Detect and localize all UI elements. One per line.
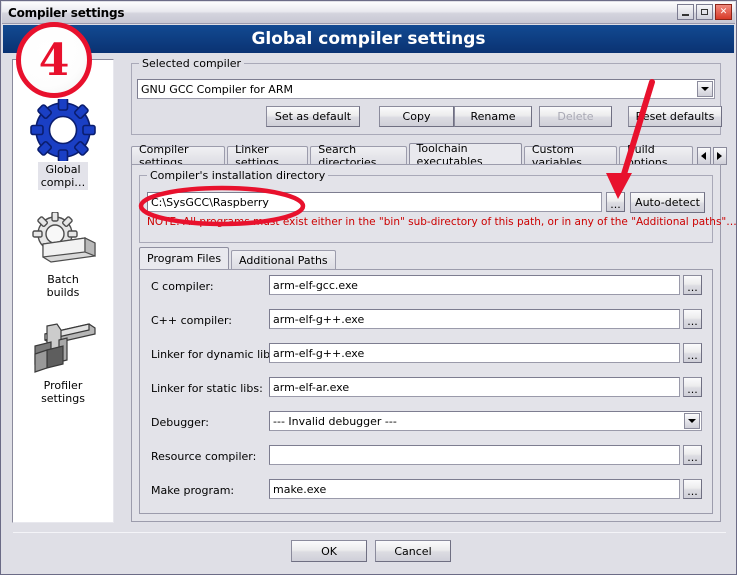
auto-detect-button[interactable]: Auto-detect [630, 192, 705, 213]
tab-toolchain-executables[interactable]: Toolchain executables [408, 142, 522, 168]
install-dir-input[interactable]: C:\SysGCC\Raspberry [147, 192, 602, 212]
ellipsis-icon: ... [687, 383, 698, 396]
install-dir-note: NOTE: All programs must exist either in … [147, 216, 737, 228]
dynamic-linker-browse-button[interactable]: ... [683, 343, 702, 363]
sidebar-item-batch-builds[interactable]: Batch builds [13, 208, 113, 300]
ellipsis-icon: ... [687, 281, 698, 294]
minimize-button[interactable] [677, 4, 694, 20]
ok-label: OK [321, 544, 337, 558]
dynamic-linker-input[interactable]: arm-elf-g++.exe [269, 343, 680, 363]
install-dir-group-title: Compiler's installation directory [147, 169, 329, 182]
sidebar-item-profiler-settings[interactable]: Profiler settings [13, 314, 113, 406]
auto-detect-label: Auto-detect [635, 196, 700, 209]
install-dir-browse-button[interactable]: ... [606, 192, 625, 212]
tab-scroll-right-button[interactable] [712, 147, 727, 165]
reset-defaults-label: Reset defaults [635, 110, 715, 123]
minimize-icon [682, 13, 689, 16]
static-linker-input[interactable]: arm-elf-ar.exe [269, 377, 680, 397]
c-compiler-browse-button[interactable]: ... [683, 275, 702, 295]
static-linker-value: arm-elf-ar.exe [273, 381, 350, 394]
chevron-down-icon[interactable] [684, 413, 700, 429]
page-title: Global compiler settings [3, 25, 734, 53]
c-compiler-value: arm-elf-gcc.exe [273, 279, 358, 292]
cancel-label: Cancel [394, 544, 432, 558]
make-program-input[interactable]: make.exe [269, 479, 680, 499]
maximize-icon [701, 9, 708, 15]
chevron-left-icon [701, 152, 707, 160]
ellipsis-icon: ... [687, 315, 698, 328]
ellipsis-icon: ... [687, 485, 698, 498]
cpp-compiler-input[interactable]: arm-elf-g++.exe [269, 309, 680, 329]
rename-button[interactable]: Rename [454, 106, 532, 127]
tab-custom-variables[interactable]: Custom variables [523, 143, 618, 169]
tab-scroll-left-button[interactable] [696, 147, 711, 165]
window-controls: ✕ [677, 4, 732, 20]
ellipsis-icon: ... [687, 451, 698, 464]
title-bar: Compiler settings ✕ [2, 2, 735, 24]
close-icon: ✕ [719, 6, 728, 17]
cpp-compiler-label: C++ compiler: [151, 314, 233, 327]
chevron-down-icon[interactable] [697, 81, 713, 97]
footer-separator [13, 532, 726, 533]
make-program-label: Make program: [151, 484, 235, 497]
settings-category-list[interactable]: Global compi… Batch builds Profiler sett… [12, 59, 114, 523]
chevron-right-icon [717, 152, 723, 160]
tab-linker-settings[interactable]: Linker settings [227, 143, 309, 169]
annotation-step-badge: 4 [16, 22, 92, 98]
sidebar-item-global-compiler[interactable]: Global compi… [13, 98, 113, 190]
sidebar-item-label: Profiler settings [41, 379, 85, 405]
close-button[interactable]: ✕ [715, 4, 732, 20]
tab-program-files[interactable]: Program Files [139, 247, 230, 269]
compiler-select[interactable]: GNU GCC Compiler for ARM [137, 79, 715, 99]
ellipsis-icon: ... [610, 198, 621, 211]
copy-label: Copy [402, 110, 431, 123]
c-compiler-input[interactable]: arm-elf-gcc.exe [269, 275, 680, 295]
reset-defaults-button[interactable]: Reset defaults [628, 106, 722, 127]
blue-gear-icon [27, 98, 99, 162]
caliper-icon [27, 314, 99, 378]
ellipsis-icon: ... [687, 349, 698, 362]
window-title: Compiler settings [8, 5, 125, 20]
delete-label: Delete [557, 110, 594, 123]
static-linker-browse-button[interactable]: ... [683, 377, 702, 397]
main-panel: Selected compiler GNU GCC Compiler for A… [125, 53, 737, 525]
resource-compiler-browse-button[interactable]: ... [683, 445, 702, 465]
maximize-button[interactable] [696, 4, 713, 20]
program-files-tab-strip[interactable]: Program Files Additional Paths [139, 247, 338, 269]
set-as-default-label: Set as default [274, 110, 352, 123]
tab-compiler-settings[interactable]: Compiler settings [131, 143, 226, 169]
static-linker-label: Linker for static libs: [151, 382, 263, 395]
install-dir-value: C:\SysGCC\Raspberry [151, 196, 269, 209]
make-program-browse-button[interactable]: ... [683, 479, 702, 499]
copy-button[interactable]: Copy [379, 106, 454, 127]
debugger-value: --- Invalid debugger --- [273, 414, 397, 428]
dynamic-linker-value: arm-elf-g++.exe [273, 347, 365, 360]
dynamic-linker-label: Linker for dynamic libs: [151, 348, 280, 361]
compiler-settings-dialog: Compiler settings ✕ Global compiler sett… [0, 0, 737, 575]
cpp-compiler-browse-button[interactable]: ... [683, 309, 702, 329]
selected-compiler-group-title: Selected compiler [139, 57, 245, 70]
c-compiler-label: C compiler: [151, 280, 214, 293]
tab-additional-paths[interactable]: Additional Paths [231, 250, 336, 269]
resource-compiler-input[interactable] [269, 445, 680, 465]
set-as-default-button[interactable]: Set as default [266, 106, 360, 127]
cancel-button[interactable]: Cancel [375, 540, 451, 562]
debugger-select[interactable]: --- Invalid debugger --- [269, 411, 702, 431]
tab-search-directories[interactable]: Search directories [310, 143, 407, 169]
make-program-value: make.exe [273, 483, 327, 496]
tab-build-options[interactable]: Build options [619, 143, 693, 169]
compiler-select-value: GNU GCC Compiler for ARM [141, 82, 293, 96]
delete-button: Delete [539, 106, 612, 127]
sidebar-item-label: Batch builds [46, 273, 80, 299]
ok-button[interactable]: OK [291, 540, 367, 562]
cpp-compiler-value: arm-elf-g++.exe [273, 313, 365, 326]
main-tab-strip[interactable]: Compiler settings Linker settings Search… [131, 142, 727, 169]
sidebar-item-label: Global compi… [37, 162, 89, 190]
resource-compiler-label: Resource compiler: [151, 450, 257, 463]
gear-stack-icon [27, 208, 99, 272]
rename-label: Rename [470, 110, 516, 123]
debugger-label: Debugger: [151, 416, 209, 429]
